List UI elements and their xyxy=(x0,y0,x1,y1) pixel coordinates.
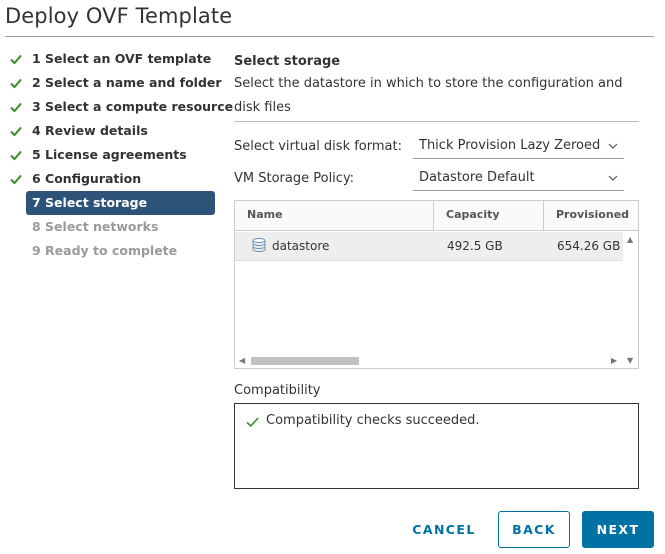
datastore-icon xyxy=(252,238,266,253)
step-select-compute-resource[interactable]: 3 Select a compute resource xyxy=(10,95,233,119)
section-divider xyxy=(234,121,639,122)
disk-format-value: Thick Provision Lazy Zeroed xyxy=(419,138,601,153)
disk-format-label: Select virtual disk format: xyxy=(234,139,402,154)
storage-policy-select[interactable]: Datastore Default xyxy=(413,167,624,191)
dialog-title: Deploy OVF Template xyxy=(5,4,233,28)
section-description: Select the datastore in which to store t… xyxy=(234,76,623,115)
step-label: 8 Select networks xyxy=(32,219,159,234)
compatibility-message: Compatibility checks succeeded. xyxy=(266,413,480,428)
cell-name: datastore xyxy=(272,239,330,253)
step-label: 6 Configuration xyxy=(32,171,142,186)
step-select-storage[interactable]: 7 Select storage xyxy=(26,191,215,215)
step-label: 1 Select an OVF template xyxy=(32,51,212,66)
step-label: 5 License agreements xyxy=(32,147,187,162)
check-icon xyxy=(10,174,22,185)
step-select-name-folder[interactable]: 2 Select a name and folder xyxy=(10,71,222,95)
vertical-scrollbar[interactable]: ▲ ▼ xyxy=(623,232,638,365)
compatibility-panel: Compatibility checks succeeded. xyxy=(234,403,639,489)
cell-provisioned: 654.26 GB xyxy=(557,239,621,253)
column-header-provisioned[interactable]: Provisioned xyxy=(544,201,638,231)
next-button[interactable]: NEXT xyxy=(582,511,654,548)
check-icon xyxy=(10,126,22,137)
disk-format-select[interactable]: Thick Provision Lazy Zeroed xyxy=(413,135,624,159)
title-divider xyxy=(5,36,654,37)
step-label: 4 Review details xyxy=(32,123,148,138)
step-ready-to-complete: 9 Ready to complete xyxy=(26,239,215,263)
chevron-down-icon xyxy=(608,175,618,181)
compatibility-label: Compatibility xyxy=(234,383,321,398)
scroll-right-icon[interactable]: ▶ xyxy=(611,357,617,365)
cancel-button[interactable]: CANCEL xyxy=(405,511,483,548)
scroll-down-icon[interactable]: ▼ xyxy=(627,357,633,365)
datastore-grid: Name Capacity Provisioned datastore 492.… xyxy=(234,200,639,369)
storage-policy-value: Datastore Default xyxy=(419,170,535,185)
cell-capacity: 492.5 GB xyxy=(447,239,503,253)
check-icon xyxy=(10,78,22,89)
horizontal-scroll-thumb[interactable] xyxy=(251,357,359,365)
step-label: 3 Select a compute resource xyxy=(32,99,234,114)
check-icon xyxy=(246,417,259,428)
storage-policy-label: VM Storage Policy: xyxy=(234,171,355,186)
step-label: 2 Select a name and folder xyxy=(32,75,222,90)
back-button[interactable]: BACK xyxy=(498,511,570,548)
column-header-name[interactable]: Name xyxy=(235,201,433,231)
check-icon xyxy=(10,102,22,113)
check-icon xyxy=(10,150,22,161)
horizontal-scrollbar[interactable]: ◀ ▶ xyxy=(235,353,623,368)
check-icon xyxy=(10,54,22,65)
section-title: Select storage xyxy=(234,54,341,69)
scroll-left-icon[interactable]: ◀ xyxy=(239,357,245,365)
step-label: 7 Select storage xyxy=(32,195,148,210)
column-header-capacity[interactable]: Capacity xyxy=(434,201,544,231)
grid-header: Name Capacity Provisioned xyxy=(235,201,638,231)
table-row[interactable]: datastore 492.5 GB 654.26 GB xyxy=(235,232,623,261)
step-label: 9 Ready to complete xyxy=(32,243,178,258)
scroll-up-icon[interactable]: ▲ xyxy=(627,236,633,244)
step-configuration[interactable]: 6 Configuration xyxy=(10,167,215,191)
chevron-down-icon xyxy=(608,143,618,149)
step-review-details[interactable]: 4 Review details xyxy=(10,119,215,143)
step-select-networks: 8 Select networks xyxy=(26,215,215,239)
step-select-ovf-template[interactable]: 1 Select an OVF template xyxy=(10,47,215,71)
step-license-agreements[interactable]: 5 License agreements xyxy=(10,143,215,167)
